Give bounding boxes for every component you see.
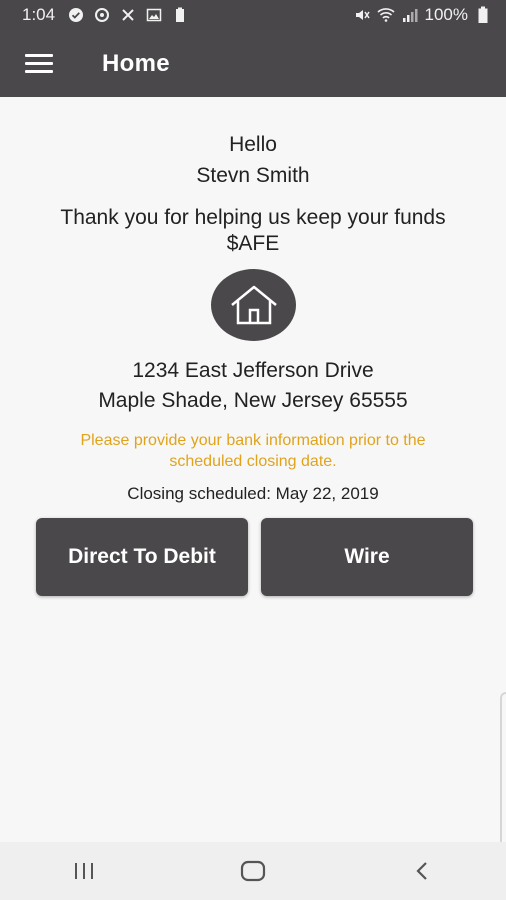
system-icons: 100% (353, 5, 492, 25)
address-line-2: Maple Shade, New Jersey 65555 (98, 389, 408, 412)
direct-to-debit-button[interactable]: Direct To Debit (36, 518, 248, 596)
wire-button[interactable]: Wire (261, 518, 473, 596)
back-button[interactable] (392, 842, 452, 900)
bank-info-notice: Please provide your bank information pri… (80, 432, 426, 470)
back-icon (416, 862, 427, 880)
greeting-text: Hello (229, 133, 277, 156)
signal-icon (401, 6, 419, 24)
home-icon (211, 269, 296, 341)
edge-panel-handle[interactable] (500, 692, 506, 862)
status-bar: 1:04 100% (0, 0, 506, 30)
check-circle-icon (67, 6, 85, 24)
home-nav-icon (240, 860, 266, 882)
sync-icon (93, 6, 111, 24)
address-line-1: 1234 East Jefferson Drive (132, 359, 374, 382)
main-content: Hello Stevn Smith Thank you for helping … (0, 97, 506, 862)
status-time: 1:04 (22, 5, 56, 24)
system-nav-bar (0, 842, 506, 900)
page-title: Home (102, 49, 170, 77)
battery-small-icon (171, 6, 189, 24)
menu-button[interactable] (0, 30, 80, 97)
thank-you-message: Thank you for helping us keep your funds… (60, 206, 446, 255)
hamburger-icon (25, 49, 53, 78)
recent-apps-button[interactable] (54, 842, 114, 900)
app-bar: Home (0, 30, 506, 97)
battery-icon (474, 6, 492, 24)
closing-date: Closing scheduled: May 22, 2019 (127, 484, 379, 503)
mute-icon (353, 6, 371, 24)
notification-icons (67, 6, 189, 24)
recent-apps-icon (75, 863, 94, 879)
x-icon (119, 6, 137, 24)
battery-percent: 100% (424, 5, 468, 24)
wifi-icon (376, 6, 395, 24)
user-name: Stevn Smith (196, 164, 310, 187)
home-button[interactable] (223, 842, 283, 900)
image-icon (145, 6, 163, 24)
